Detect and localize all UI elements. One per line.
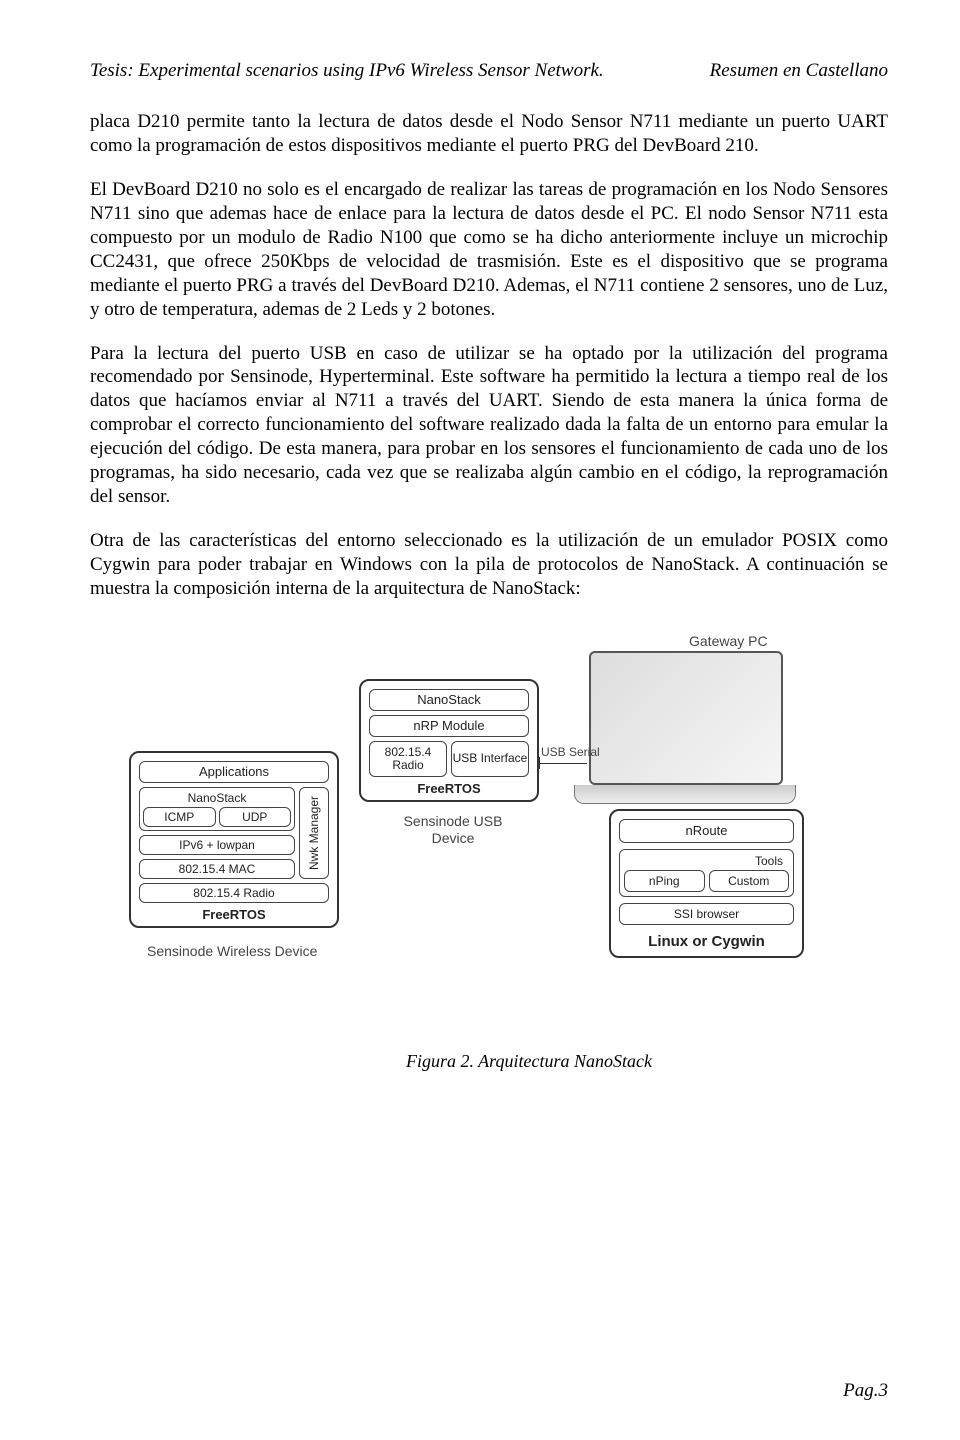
usb-connector-line [539, 763, 587, 764]
paragraph-2: El DevBoard D210 no solo es el encargado… [90, 178, 888, 322]
usbdev-radio-box: 802.15.4 Radio [369, 741, 447, 777]
wireless-device-box: Applications NanoStack ICMP UDP IPv6 + l… [129, 751, 339, 928]
paragraph-3: Para la lectura del puerto USB en caso d… [90, 342, 888, 510]
page-header: Tesis: Experimental scenarios using IPv6… [90, 60, 888, 82]
custom-box: Custom [709, 870, 790, 892]
ssi-box: SSI browser [619, 903, 794, 925]
nroute-box: nRoute [619, 819, 794, 843]
paragraph-1: placa D210 permite tanto la lectura de d… [90, 110, 888, 158]
wireless-udp-box: UDP [219, 807, 292, 827]
wireless-mac-box: 802.15.4 MAC [139, 859, 295, 879]
laptop-screen-icon [589, 651, 783, 785]
tools-container: Tools nPing Custom [619, 849, 794, 897]
gateway-pc-label: Gateway PC [689, 633, 768, 649]
header-right: Resumen en Castellano [710, 60, 888, 82]
wireless-ipv6-box: IPv6 + lowpan [139, 835, 295, 855]
wireless-icmp-box: ICMP [143, 807, 216, 827]
wireless-nano-group: NanoStack ICMP UDP [139, 787, 295, 831]
laptop-base-icon [574, 785, 796, 804]
wireless-rtos-label: FreeRTOS [139, 907, 329, 922]
page-number: Pag.3 [843, 1380, 888, 1402]
tools-label: Tools [624, 854, 789, 868]
usb-device-title-text: Sensinode USB Device [393, 813, 513, 847]
figure-area: Gateway PC nRoute Tools nPing Custom SSI… [90, 641, 888, 1021]
nping-box: nPing [624, 870, 705, 892]
pc-box: nRoute Tools nPing Custom SSI browser Li… [609, 809, 804, 958]
page: Tesis: Experimental scenarios using IPv6… [0, 0, 960, 1440]
architecture-diagram: Gateway PC nRoute Tools nPing Custom SSI… [129, 641, 849, 1021]
os-label: Linux or Cygwin [619, 933, 794, 950]
usbdev-usb-box: USB Interface [451, 741, 529, 777]
usb-connector-end [539, 757, 540, 769]
usbdev-rtos-label: FreeRTOS [369, 781, 529, 796]
header-left: Tesis: Experimental scenarios using IPv6… [90, 60, 604, 82]
usbdev-nano-box: NanoStack [369, 689, 529, 711]
wireless-apps-box: Applications [139, 761, 329, 783]
paragraph-4: Otra de las características del entorno … [90, 529, 888, 601]
wireless-nano-label: NanoStack [143, 791, 291, 805]
wireless-radio-box: 802.15.4 Radio [139, 883, 329, 903]
usb-serial-label: USB Serial [541, 745, 600, 759]
usb-device-title: Sensinode USB Device [393, 813, 513, 847]
laptop-icon [589, 651, 796, 804]
wireless-nwk-box: Nwk Manager [299, 787, 329, 879]
usbdev-nrp-box: nRP Module [369, 715, 529, 737]
figure-caption: Figura 2. Arquitectura NanoStack [90, 1051, 888, 1072]
usb-device-box: NanoStack nRP Module 802.15.4 Radio USB … [359, 679, 539, 802]
wireless-device-title: Sensinode Wireless Device [147, 943, 317, 959]
